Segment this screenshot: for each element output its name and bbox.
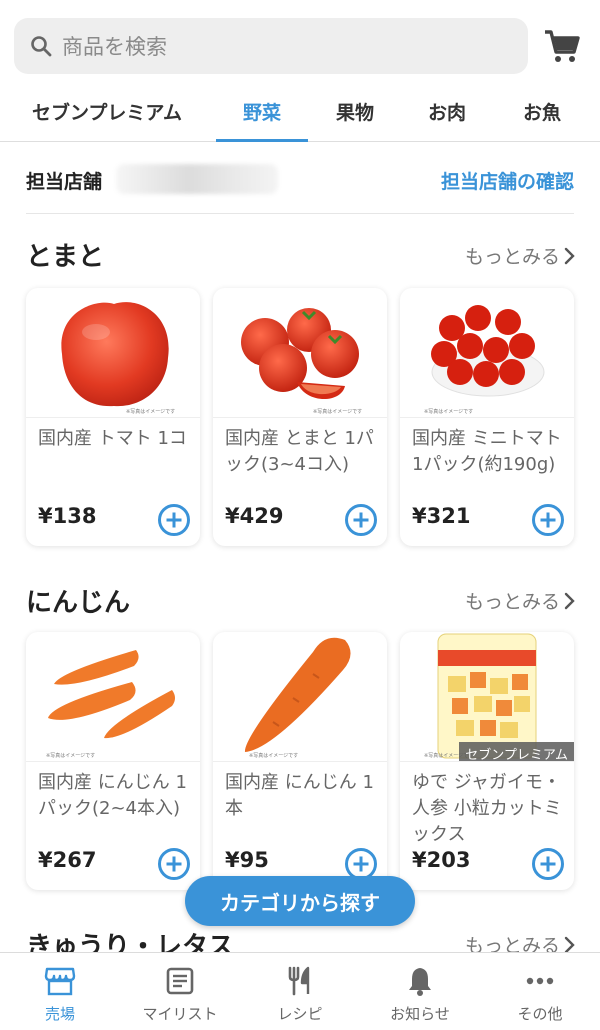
product-price: ¥429 (225, 504, 284, 528)
product-card[interactable]: ※写真はイメージです 国内産 にんじん 1パック(2~4本入) ¥267 (26, 632, 200, 890)
browse-categories-button[interactable]: カテゴリから探す (185, 876, 415, 926)
section-title-tomato: とまと (26, 242, 105, 272)
nav-item-notifications[interactable]: お知らせ (360, 953, 480, 1030)
product-name: 国内産 とまと 1パック(3~4コ入) (225, 428, 374, 475)
store-row: 担当店舗 担当店舗の確認 (26, 142, 574, 214)
add-to-cart-button[interactable] (158, 848, 190, 880)
product-name: ゆで ジャガイモ・人参 小粒カットミックス (412, 772, 562, 845)
nav-label: その他 (517, 1005, 563, 1023)
nav-label: レシピ (277, 1005, 323, 1023)
product-image-potato-carrot-mix: ※写真はイメージです セブンプレミアム (400, 632, 574, 762)
product-card[interactable]: ※写真はイメージです 国内産 とまと 1パック(3~4コ入) ¥429 (213, 288, 387, 546)
tab-fish[interactable]: お魚 (504, 98, 580, 142)
list-icon (166, 967, 194, 995)
search-input[interactable]: 商品を検索 (14, 18, 528, 74)
product-price: ¥321 (412, 504, 471, 528)
product-price: ¥95 (225, 848, 269, 872)
more-link-carrot[interactable]: もっとみる (465, 587, 576, 614)
tab-meat[interactable]: お肉 (412, 98, 482, 142)
product-card[interactable]: ※写真はイメージです 国内産 にんじん 1本 ¥95 (213, 632, 387, 890)
image-note: ※写真はイメージです (249, 753, 299, 759)
product-card[interactable]: ※写真はイメージです セブンプレミアム ゆで ジャガイモ・人参 小粒カットミック… (400, 632, 574, 890)
nav-label: お知らせ (390, 1005, 450, 1023)
product-price: ¥138 (38, 504, 97, 528)
more-link-label: もっとみる (464, 246, 560, 268)
cart-icon[interactable] (542, 26, 582, 66)
product-image-carrot: ※写真はイメージです (213, 632, 387, 762)
add-to-cart-button[interactable] (532, 848, 564, 880)
product-price: ¥267 (38, 848, 97, 872)
section-title-carrot: にんじん (26, 588, 131, 618)
add-to-cart-button[interactable] (345, 504, 377, 536)
product-name: 国内産 ミニトマト 1パック(約190g) (412, 428, 562, 475)
product-name: 国内産 にんじん 1パック(2~4本入) (38, 772, 187, 819)
product-price: ¥203 (412, 848, 471, 872)
image-note: ※写真はイメージです (424, 409, 474, 415)
chevron-right-icon (564, 592, 575, 609)
tab-fruits[interactable]: 果物 (320, 98, 390, 142)
search-header: 商品を検索 (0, 0, 600, 90)
fork-knife-icon (288, 966, 310, 996)
chevron-right-icon (564, 247, 575, 264)
chevron-right-icon (564, 936, 575, 953)
search-placeholder: 商品を検索 (62, 35, 167, 59)
nav-item-recipes[interactable]: レシピ (240, 953, 360, 1030)
product-image-tomato: ※写真はイメージです (26, 288, 200, 418)
nav-item-mylist[interactable]: マイリスト (120, 953, 240, 1030)
nav-label: マイリスト (142, 1005, 218, 1023)
add-to-cart-button[interactable] (158, 504, 190, 536)
nav-item-more[interactable]: その他 (480, 953, 600, 1030)
nav-label: 売場 (44, 1005, 75, 1023)
store-confirm-link[interactable]: 担当店舗の確認 (441, 167, 574, 194)
product-card[interactable]: ※写真はイメージです 国内産 トマト 1コ ¥138 (26, 288, 200, 546)
image-note: ※写真はイメージです (126, 409, 176, 415)
product-card[interactable]: ※写真はイメージです 国内産 ミニトマト 1パック(約190g) ¥321 (400, 288, 574, 546)
image-note: ※写真はイメージです (46, 753, 96, 759)
tab-vegetables[interactable]: 野菜 (216, 98, 308, 142)
tab-seven-premium[interactable]: セブンプレミアム (14, 98, 200, 142)
product-name: 国内産 トマト 1コ (38, 428, 187, 449)
more-link-tomato[interactable]: もっとみる (465, 242, 576, 269)
search-icon (31, 36, 52, 57)
store-name-redacted (116, 164, 278, 194)
more-link-label: もっとみる (464, 591, 560, 613)
store-label: 担当店舗 (26, 171, 103, 193)
add-to-cart-button[interactable] (532, 504, 564, 536)
seven-premium-badge: セブンプレミアム (459, 742, 574, 761)
category-tabs: セブンプレミアム 野菜 果物 お肉 お魚 (0, 90, 600, 142)
product-image-tomato-pack: ※写真はイメージです (213, 288, 387, 418)
store-icon (44, 967, 76, 996)
product-name: 国内産 にんじん 1本 (225, 772, 374, 819)
product-image-carrot-pack: ※写真はイメージです (26, 632, 200, 762)
image-note: ※写真はイメージです (313, 409, 363, 415)
nav-item-store[interactable]: 売場 (0, 953, 120, 1030)
bell-icon (409, 968, 431, 996)
product-image-mini-tomato: ※写真はイメージです (400, 288, 574, 418)
more-dots-icon (526, 977, 554, 985)
bottom-nav: 売場 マイリスト レシピ お知らせ その他 (0, 952, 600, 1030)
